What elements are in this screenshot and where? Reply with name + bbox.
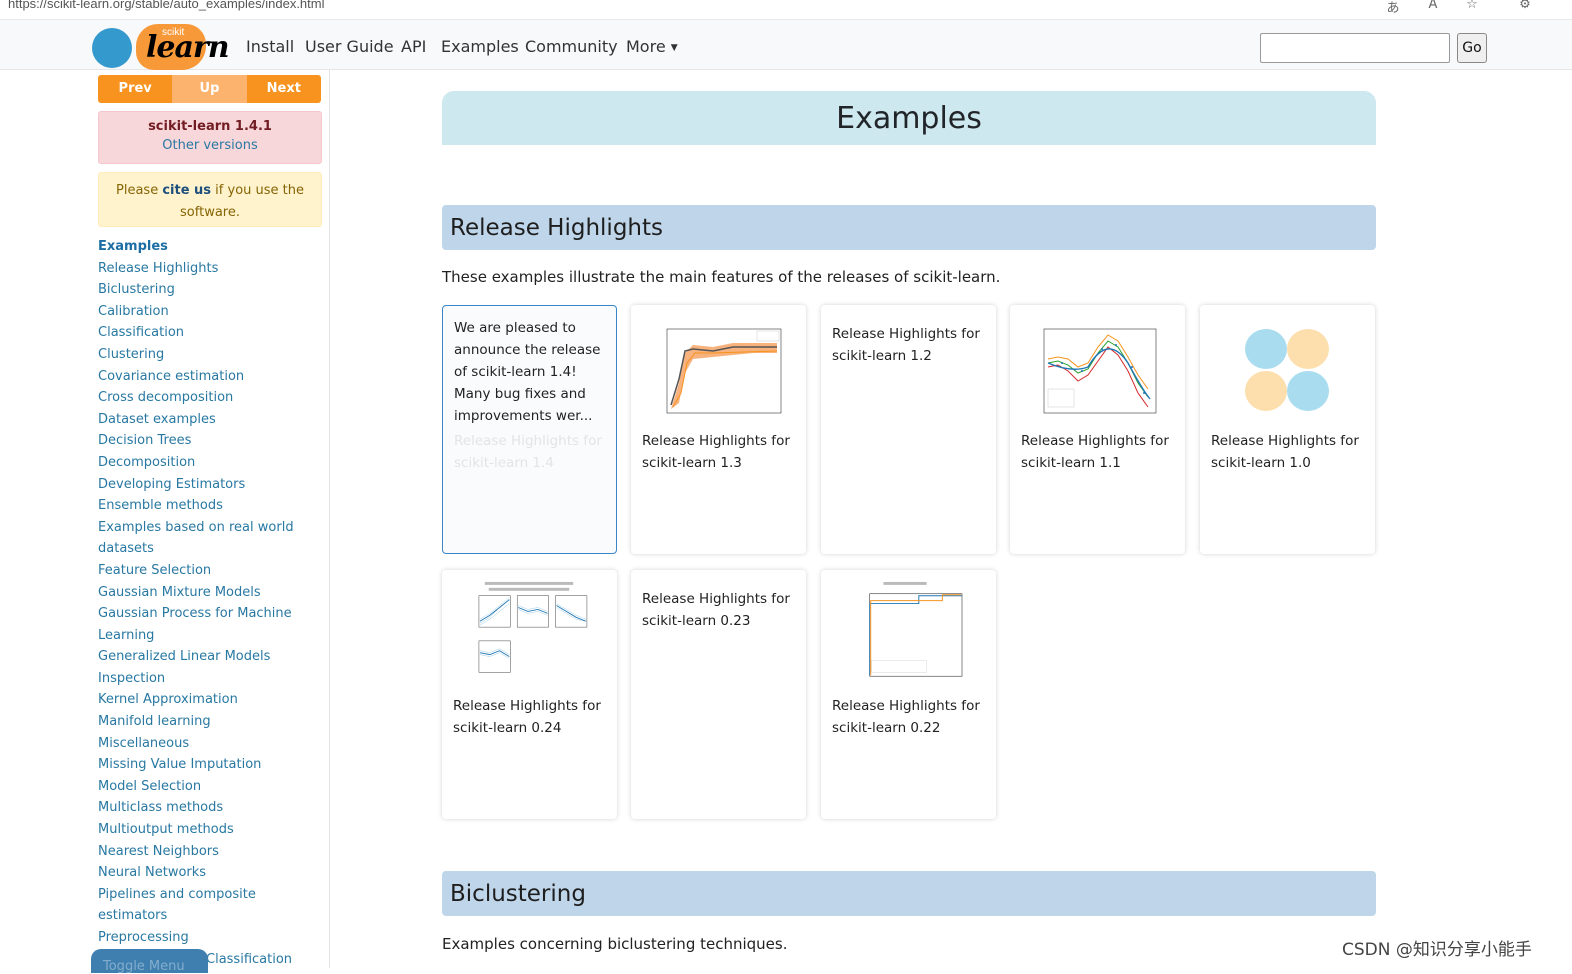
- logo-big-text: learn: [146, 30, 230, 65]
- version-box: scikit-learn 1.4.1 Other versions: [98, 111, 322, 164]
- toc-item[interactable]: Dataset examples: [98, 409, 313, 431]
- toc-item[interactable]: Feature Selection: [98, 560, 313, 582]
- toc-item[interactable]: Learning: [98, 625, 313, 647]
- toc-item[interactable]: Cross decomposition: [98, 387, 313, 409]
- card-caption-hidden: Release Highlights for scikit-learn 1.4: [454, 433, 602, 471]
- caret-down-icon: ▼: [670, 43, 678, 53]
- nav-community[interactable]: Community: [525, 37, 618, 56]
- section-biclustering: Biclustering: [442, 871, 1376, 916]
- sidebar-toc: Examples Release Highlights Biclustering…: [98, 236, 313, 970]
- nav-install[interactable]: Install: [246, 37, 294, 56]
- section-heading: Biclustering: [450, 881, 586, 907]
- toc-item[interactable]: Decision Trees: [98, 430, 313, 452]
- toc-item[interactable]: Calibration: [98, 301, 313, 323]
- cite-text-pre: Please: [116, 183, 163, 198]
- prev-up-next-nav: Prev Up Next: [98, 75, 321, 103]
- example-card-0-22[interactable]: Release Highlights for scikit-learn 0.22: [821, 570, 996, 819]
- toc-item[interactable]: Generalized Linear Models: [98, 646, 313, 668]
- toc-item[interactable]: Gaussian Process for Machine: [98, 603, 313, 625]
- scikit-learn-logo[interactable]: scikit learn: [90, 22, 230, 70]
- up-button[interactable]: Up: [172, 75, 247, 103]
- thumbnail-scikit-logo-blobs: [1245, 329, 1329, 411]
- toc-item[interactable]: Kernel Approximation: [98, 689, 313, 711]
- card-caption: Release Highlights for scikit-learn 1.1: [1021, 433, 1169, 471]
- search-input[interactable]: [1260, 33, 1450, 63]
- url-text[interactable]: https://scikit-learn.org/stable/auto_exa…: [8, 0, 325, 11]
- toc-item[interactable]: Manifold learning: [98, 711, 313, 733]
- toc-item[interactable]: Ensemble methods: [98, 495, 313, 517]
- thumbnail-quantile-plot: [1043, 328, 1157, 414]
- toc-item[interactable]: Nearest Neighbors: [98, 841, 313, 863]
- toc-item[interactable]: Pipelines and composite: [98, 884, 313, 906]
- example-card-0-24[interactable]: Release Highlights for scikit-learn 0.24: [442, 570, 617, 819]
- example-card-1-2[interactable]: Release Highlights for scikit-learn 1.2: [821, 305, 996, 554]
- read-aloud-icon[interactable]: A: [1424, 0, 1442, 13]
- toc-item[interactable]: Release Highlights: [98, 258, 313, 280]
- toc-item[interactable]: Neural Networks: [98, 862, 313, 884]
- nav-more-dropdown[interactable]: More ▼: [626, 37, 678, 56]
- sidebar: Prev Up Next scikit-learn 1.4.1 Other ve…: [0, 70, 330, 974]
- card-caption: Release Highlights for scikit-learn 0.23: [642, 591, 790, 629]
- toc-item-examples[interactable]: Examples: [98, 236, 313, 258]
- version-label: scikit-learn 1.4.1: [148, 119, 272, 134]
- toc-item[interactable]: datasets: [98, 538, 313, 560]
- nav-more-label: More: [626, 37, 666, 56]
- next-button[interactable]: Next: [246, 75, 321, 103]
- card-tooltip: We are pleased to announce the release o…: [454, 320, 601, 424]
- thumbnail-partial-dependence: [478, 581, 588, 673]
- section-release-highlights: Release Highlights: [442, 205, 1376, 250]
- section-heading: Release Highlights: [450, 215, 663, 241]
- section-description: Examples concerning biclustering techniq…: [442, 935, 788, 953]
- cite-box: Please cite us if you use the software.: [98, 172, 322, 227]
- toc-item[interactable]: Preprocessing: [98, 927, 313, 949]
- other-versions-link[interactable]: Other versions: [99, 138, 321, 153]
- prev-button[interactable]: Prev: [98, 75, 173, 103]
- card-caption: Release Highlights for scikit-learn 1.2: [832, 326, 980, 364]
- translate-icon[interactable]: あ: [1384, 0, 1402, 16]
- toggle-menu-label: Toggle Menu: [103, 959, 185, 974]
- toc-item[interactable]: Multioutput methods: [98, 819, 313, 841]
- example-card-1-0[interactable]: Release Highlights for scikit-learn 1.0: [1200, 305, 1375, 554]
- toc-item[interactable]: estimators: [98, 905, 313, 927]
- toc-item[interactable]: Multiclass methods: [98, 797, 313, 819]
- go-button[interactable]: Go: [1457, 33, 1487, 63]
- toc-item[interactable]: Model Selection: [98, 776, 313, 798]
- toc-item[interactable]: Missing Value Imputation: [98, 754, 313, 776]
- page-title-box: Examples: [442, 91, 1376, 145]
- example-card-1-3[interactable]: Release Highlights for scikit-learn 1.3: [631, 305, 806, 554]
- example-card-1-1[interactable]: Release Highlights for scikit-learn 1.1: [1010, 305, 1185, 554]
- browser-address-bar[interactable]: https://scikit-learn.org/stable/auto_exa…: [0, 0, 1572, 20]
- toc-item[interactable]: Decomposition: [98, 452, 313, 474]
- favorite-icon[interactable]: ☆: [1463, 0, 1481, 13]
- nav-user-guide[interactable]: User Guide: [305, 37, 394, 56]
- toc-item[interactable]: Gaussian Mixture Models: [98, 582, 313, 604]
- thumbnail-validation-curve: [666, 328, 782, 414]
- example-card-0-23[interactable]: Release Highlights for scikit-learn 0.23: [631, 570, 806, 819]
- extensions-icon[interactable]: ⚙: [1516, 0, 1534, 13]
- toc-item[interactable]: Examples based on real world: [98, 517, 313, 539]
- top-navbar: scikit learn Install User Guide API Exam…: [0, 20, 1572, 70]
- card-caption: Release Highlights for scikit-learn 1.0: [1211, 433, 1359, 471]
- nav-examples[interactable]: Examples: [441, 37, 519, 56]
- toc-item[interactable]: Inspection: [98, 668, 313, 690]
- toc-item[interactable]: Clustering: [98, 344, 313, 366]
- nav-api[interactable]: API: [401, 37, 426, 56]
- toc-item[interactable]: Developing Estimators: [98, 474, 313, 496]
- thumbnail-roc-curve: [869, 581, 963, 677]
- example-card-1-4[interactable]: We are pleased to announce the release o…: [442, 305, 617, 554]
- toc-item[interactable]: Biclustering: [98, 279, 313, 301]
- logo-blue-circle: [92, 28, 132, 68]
- card-caption: Release Highlights for scikit-learn 0.24: [453, 698, 601, 736]
- toc-item[interactable]: Classification: [98, 322, 313, 344]
- cite-us-link[interactable]: cite us: [162, 183, 211, 198]
- watermark-text: CSDN @知识分享小能手: [1342, 940, 1532, 960]
- page-title: Examples: [836, 101, 982, 136]
- toc-item[interactable]: Miscellaneous: [98, 733, 313, 755]
- section-description: These examples illustrate the main featu…: [442, 268, 1001, 286]
- card-caption: Release Highlights for scikit-learn 0.22: [832, 698, 980, 736]
- card-caption: Release Highlights for scikit-learn 1.3: [642, 433, 790, 471]
- toc-item[interactable]: Covariance estimation: [98, 366, 313, 388]
- toggle-menu-button[interactable]: Toggle Menu: [91, 949, 208, 974]
